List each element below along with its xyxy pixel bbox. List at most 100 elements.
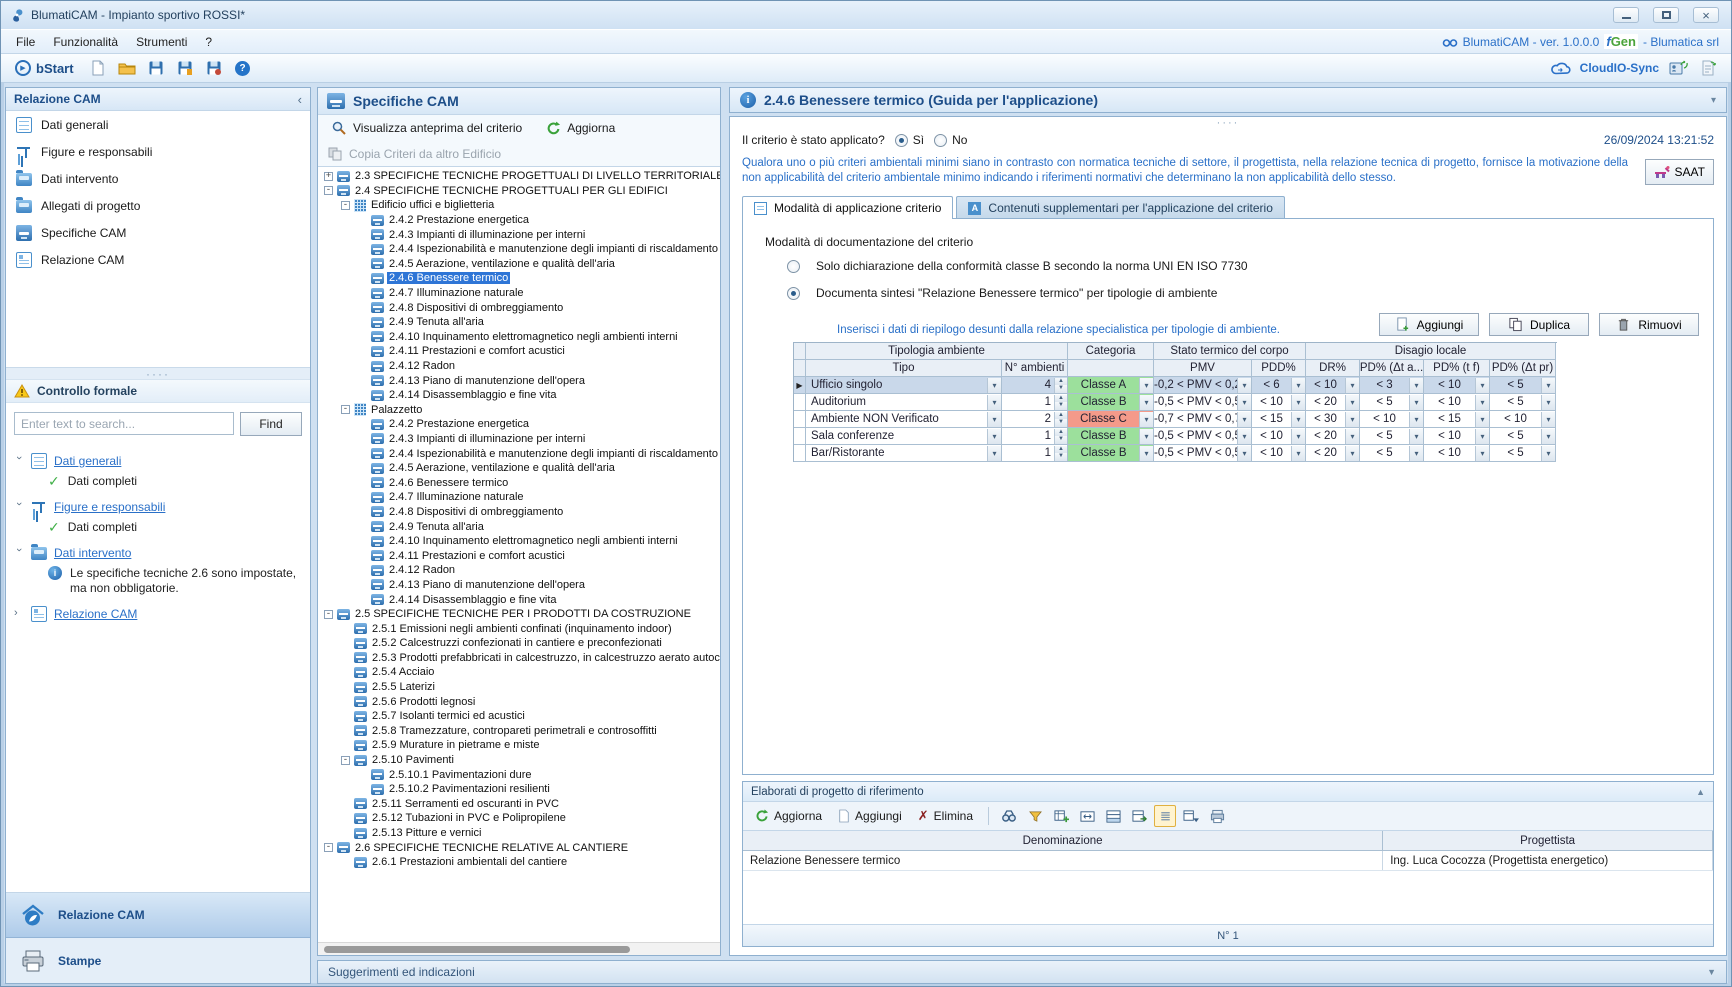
dropdown-icon[interactable]: ▾ [1237, 429, 1251, 444]
dropdown-icon[interactable]: ▾ [1475, 446, 1489, 461]
pd-dtpr-cell[interactable]: < 5▾ [1490, 394, 1556, 411]
print-icon[interactable] [1206, 805, 1228, 827]
tree-item[interactable]: 2.4.13 Piano di manutenzione dell'opera [318, 373, 720, 388]
pd-dtpr-cell[interactable]: < 5▾ [1490, 428, 1556, 445]
tree-item-label[interactable]: 2.5.3 Prodotti prefabbricati in calcestr… [370, 652, 720, 664]
tree-item[interactable]: 2.4.6 Benessere termico [318, 271, 720, 286]
close-button[interactable]: × [1693, 7, 1719, 23]
duplica-button[interactable]: Duplica [1489, 313, 1589, 336]
dropdown-icon[interactable]: ▾ [1409, 412, 1423, 427]
pd-dtpr-cell[interactable]: < 5▾ [1490, 377, 1556, 394]
tipo-cell[interactable]: Bar/Ristorante▾ [806, 445, 1002, 462]
tree-item-label[interactable]: 2.4.11 Prestazioni e comfort acustici [387, 345, 567, 357]
sidebar-bottom-relazione-cam[interactable]: Relazione CAM [6, 893, 310, 938]
tree-item-label[interactable]: 2.4.14 Disassemblaggio e fine vita [387, 389, 559, 401]
table-row[interactable]: Bar/Ristorante▾ 1▲▼ Classe B▾ -0,5 < PMV… [794, 445, 1557, 462]
menu-item[interactable]: File [7, 32, 44, 52]
tipo-cell[interactable]: Ambiente NON Verificato▾ [806, 411, 1002, 428]
tree-item[interactable]: 2.4.4 Ispezionabilità e manutenzione deg… [318, 242, 720, 257]
dropdown-icon[interactable]: ▾ [1237, 446, 1251, 461]
tree-item-label[interactable]: 2.5.9 Murature in pietrame e miste [370, 739, 542, 751]
saat-button[interactable]: SAAT [1645, 159, 1714, 185]
dr-cell[interactable]: < 20▾ [1306, 445, 1360, 462]
table-row[interactable]: Auditorium▾ 1▲▼ Classe B▾ -0,5 < PMV < 0… [794, 394, 1557, 411]
doc-option[interactable]: Documenta sintesi "Relazione Benessere t… [787, 286, 1699, 300]
tree-item[interactable]: 2.4.10 Inquinamento elettromagnetico neg… [318, 534, 720, 549]
categoria-cell[interactable]: Classe B▾ [1068, 394, 1154, 411]
progettista-cell[interactable]: Ing. Luca Cocozza (Progettista energetic… [1383, 851, 1713, 870]
tree-item[interactable]: 2.4.5 Aerazione, ventilazione e qualità … [318, 461, 720, 476]
tree-item[interactable]: 2.5.2 Calcestruzzi confezionati in canti… [318, 636, 720, 651]
elaborati-aggiorna-button[interactable]: Aggiorna [749, 806, 828, 826]
n-ambienti-cell[interactable]: 2▲▼ [1002, 411, 1068, 428]
doc-option[interactable]: Solo dichiarazione della conformità clas… [787, 259, 1699, 273]
tree-item-label[interactable]: 2.4.9 Tenuta all'aria [387, 521, 486, 533]
dropdown-icon[interactable]: ▾ [1291, 412, 1305, 427]
contact-sync-icon[interactable] [1667, 57, 1689, 79]
tree-item[interactable]: 2.4.6 Benessere termico [318, 475, 720, 490]
dropdown-icon[interactable]: ▾ [987, 378, 1001, 393]
dropdown-icon[interactable]: ▾ [1139, 412, 1153, 427]
dropdown-icon[interactable]: ▾ [1237, 378, 1251, 393]
sidebar-item[interactable]: Allegati di progetto [6, 192, 310, 219]
tree-item[interactable]: 2.4.2 Prestazione energetica [318, 417, 720, 432]
tree-item-label[interactable]: 2.5.11 Serramenti ed oscuranti in PVC [370, 798, 561, 810]
best-fit-icon[interactable] [1076, 805, 1098, 827]
categoria-cell[interactable]: Classe C▾ [1068, 411, 1154, 428]
categoria-cell[interactable]: Classe A▾ [1068, 377, 1154, 394]
dropdown-icon[interactable]: ▾ [1475, 429, 1489, 444]
controllo-node-link[interactable]: Dati generali [54, 454, 121, 468]
tree-item[interactable]: 2.5.5 Laterizi [318, 680, 720, 695]
save-as-icon[interactable] [203, 57, 225, 79]
save-report-icon[interactable] [174, 57, 196, 79]
search-input[interactable] [14, 412, 234, 435]
dropdown-icon[interactable]: ▾ [1475, 395, 1489, 410]
expander-icon[interactable]: - [324, 186, 333, 195]
filter-icon[interactable] [1024, 805, 1046, 827]
splitter-handle[interactable]: ···· [6, 368, 310, 379]
categoria-cell[interactable]: Classe B▾ [1068, 445, 1154, 462]
expander-icon[interactable]: - [341, 405, 350, 414]
collapse-sidebar-button[interactable]: ‹ [298, 92, 302, 107]
tree-item[interactable]: 2.5.9 Murature in pietrame e miste [318, 738, 720, 753]
tree-item-label[interactable]: 2.5.2 Calcestruzzi confezionati in canti… [370, 637, 664, 649]
tree-item[interactable]: 2.5.12 Tubazioni in PVC e Polipropilene [318, 811, 720, 826]
tree-item-label[interactable]: Palazzetto [369, 404, 424, 416]
tree-item-label[interactable]: 2.4.2 Prestazione energetica [387, 214, 531, 226]
table-row[interactable]: Ambiente NON Verificato▾ 2▲▼ Classe C▾ -… [794, 411, 1557, 428]
tree-item[interactable]: - Edificio uffici e biglietteria [318, 198, 720, 213]
dropdown-icon[interactable]: ▾ [1139, 395, 1153, 410]
pd-tf-cell[interactable]: < 10▾ [1424, 428, 1490, 445]
tree-item-label[interactable]: 2.4 SPECIFICHE TECNICHE PROGETTUALI PER … [353, 185, 670, 197]
dropdown-icon[interactable]: ▾ [1475, 412, 1489, 427]
find-binoculars-icon[interactable] [998, 805, 1020, 827]
tree-item[interactable]: 2.5.7 Isolanti termici ed acustici [318, 709, 720, 724]
tree-item[interactable]: 2.4.8 Dispositivi di ombreggiamento [318, 300, 720, 315]
dropdown-icon[interactable]: ▾ [987, 446, 1001, 461]
spinner-icon[interactable]: ▲▼ [1054, 412, 1067, 427]
tree-item[interactable]: - Palazzetto [318, 403, 720, 418]
n-ambienti-cell[interactable]: 4▲▼ [1002, 377, 1068, 394]
tree-item[interactable]: 2.4.12 Radon [318, 359, 720, 374]
tree-item[interactable]: 2.4.3 Impianti di illuminazione per inte… [318, 227, 720, 242]
spinner-icon[interactable]: ▲▼ [1054, 378, 1067, 393]
dr-cell[interactable]: < 20▾ [1306, 428, 1360, 445]
dropdown-icon[interactable]: ▾ [1409, 395, 1423, 410]
tree-item-label[interactable]: 2.4.6 Benessere termico [387, 477, 510, 489]
tree-item-label[interactable]: 2.4.14 Disassemblaggio e fine vita [387, 594, 559, 606]
tree-item-label[interactable]: 2.4.10 Inquinamento elettromagnetico neg… [387, 535, 680, 547]
chevron-icon[interactable]: › [13, 456, 25, 466]
tree-item-label[interactable]: 2.6 SPECIFICHE TECNICHE RELATIVE AL CANT… [353, 842, 630, 854]
tree-item[interactable]: 2.5.4 Acciaio [318, 665, 720, 680]
dropdown-icon[interactable]: ▾ [1541, 395, 1555, 410]
tree-item[interactable]: 2.5.6 Prodotti legnosi [318, 694, 720, 709]
tree-item-label[interactable]: 2.4.11 Prestazioni e comfort acustici [387, 550, 567, 562]
rimuovi-button[interactable]: Rimuovi [1599, 313, 1699, 336]
pd-tf-cell[interactable]: < 10▾ [1424, 377, 1490, 394]
radio-si[interactable]: Sì [895, 133, 924, 147]
tab-modalita-applicazione[interactable]: Modalità di applicazione criterio [742, 196, 953, 219]
elaborati-aggiungi-button[interactable]: Aggiungi [832, 806, 908, 826]
tree-item-label[interactable]: 2.4.8 Dispositivi di ombreggiamento [387, 302, 565, 314]
tree-item-label[interactable]: 2.4.3 Impianti di illuminazione per inte… [387, 229, 587, 241]
pmv-cell[interactable]: -0,5 < PMV < 0,5▾ [1154, 394, 1252, 411]
